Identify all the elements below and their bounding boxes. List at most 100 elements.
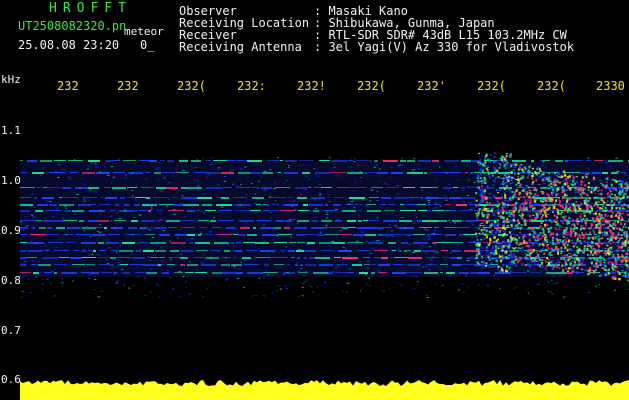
burst-speckle	[503, 182, 506, 184]
burst-speckle	[609, 237, 612, 240]
burst-speckle	[576, 238, 579, 242]
signal-segment	[358, 210, 362, 211]
speckle	[378, 180, 381, 182]
speckle	[110, 267, 114, 269]
burst-speckle	[481, 214, 484, 217]
speckle	[49, 200, 52, 202]
signal-segment	[224, 250, 230, 252]
burst-speckle	[481, 170, 484, 172]
signal-segment	[107, 234, 120, 235]
burst-speckle	[483, 206, 486, 208]
signal-segment	[49, 204, 57, 206]
speckle	[365, 274, 367, 276]
burst-speckle	[550, 262, 553, 265]
speckle	[349, 268, 352, 270]
speckle	[473, 181, 476, 183]
speckle	[184, 187, 188, 189]
burst-speckle	[578, 189, 581, 192]
speckle	[171, 172, 174, 174]
speckle	[430, 263, 434, 265]
speckle	[412, 252, 415, 254]
speckle	[248, 238, 251, 240]
burst-speckle	[475, 199, 478, 202]
burst-speckle	[568, 175, 571, 178]
burst-speckle	[593, 230, 596, 234]
speckle	[100, 290, 104, 292]
burst-speckle	[580, 180, 583, 184]
speckle	[335, 198, 337, 200]
signal-segment	[238, 172, 250, 174]
speckle	[114, 222, 117, 224]
speckle	[373, 240, 375, 242]
speckle	[204, 258, 207, 260]
speckle	[432, 207, 436, 209]
burst-speckle	[542, 232, 545, 234]
speckle	[337, 265, 340, 267]
burst-speckle	[546, 200, 549, 203]
signal-segment	[417, 220, 421, 222]
burst-speckle	[545, 238, 548, 242]
burst-speckle	[550, 254, 553, 256]
speckle	[266, 188, 268, 190]
speckle	[427, 268, 431, 270]
burst-speckle	[508, 256, 511, 258]
signal-segment	[364, 172, 367, 174]
burst-speckle	[625, 220, 628, 223]
burst-speckle	[620, 236, 623, 239]
signal-segment	[456, 204, 467, 206]
speckle	[450, 172, 452, 174]
speckle	[116, 281, 118, 283]
burst-speckle	[543, 186, 546, 189]
speckle	[514, 205, 517, 207]
burst-speckle	[503, 164, 506, 168]
burst-speckle	[567, 258, 570, 262]
burst-speckle	[581, 176, 584, 179]
burst-speckle	[564, 193, 567, 197]
signal-segment	[71, 197, 79, 198]
signal-segment	[198, 220, 209, 221]
burst-speckle	[538, 167, 541, 171]
speckle	[305, 271, 308, 273]
signal-segment	[287, 264, 290, 265]
speckle	[230, 232, 234, 234]
burst-speckle	[475, 191, 478, 195]
burst-speckle	[606, 215, 609, 217]
speckle	[88, 254, 91, 256]
signal-segment	[20, 272, 31, 273]
signal-segment	[392, 272, 406, 274]
speckle	[423, 228, 426, 230]
signal-segment	[196, 250, 208, 251]
speckle	[415, 216, 418, 218]
speckle	[146, 187, 148, 189]
speckle	[288, 165, 290, 167]
burst-speckle	[615, 206, 618, 210]
burst-speckle	[535, 188, 538, 192]
burst-speckle	[603, 223, 606, 226]
burst-speckle	[585, 176, 588, 179]
speckle	[175, 171, 178, 173]
burst-speckle	[490, 232, 493, 236]
speckle	[86, 226, 88, 228]
burst-speckle	[560, 241, 563, 243]
burst-speckle	[518, 236, 521, 239]
burst-speckle	[600, 192, 603, 196]
speckle	[272, 203, 275, 205]
signal-segment	[329, 227, 342, 228]
signal-segment	[444, 160, 459, 162]
speckle	[369, 253, 373, 255]
signal-segment	[47, 187, 61, 188]
signal-segment	[452, 242, 463, 243]
burst-speckle	[541, 214, 544, 217]
speckle	[108, 247, 111, 249]
speckle	[217, 184, 220, 186]
signal-segment	[468, 187, 482, 188]
burst-speckle	[592, 253, 595, 256]
signal-segment	[263, 210, 270, 211]
burst-speckle	[519, 247, 522, 249]
burst-speckle	[598, 189, 601, 191]
signal-segment	[75, 187, 88, 189]
speckle	[176, 237, 179, 239]
burst-speckle	[620, 198, 623, 200]
signal-segment	[234, 257, 237, 258]
speckle	[107, 240, 109, 242]
